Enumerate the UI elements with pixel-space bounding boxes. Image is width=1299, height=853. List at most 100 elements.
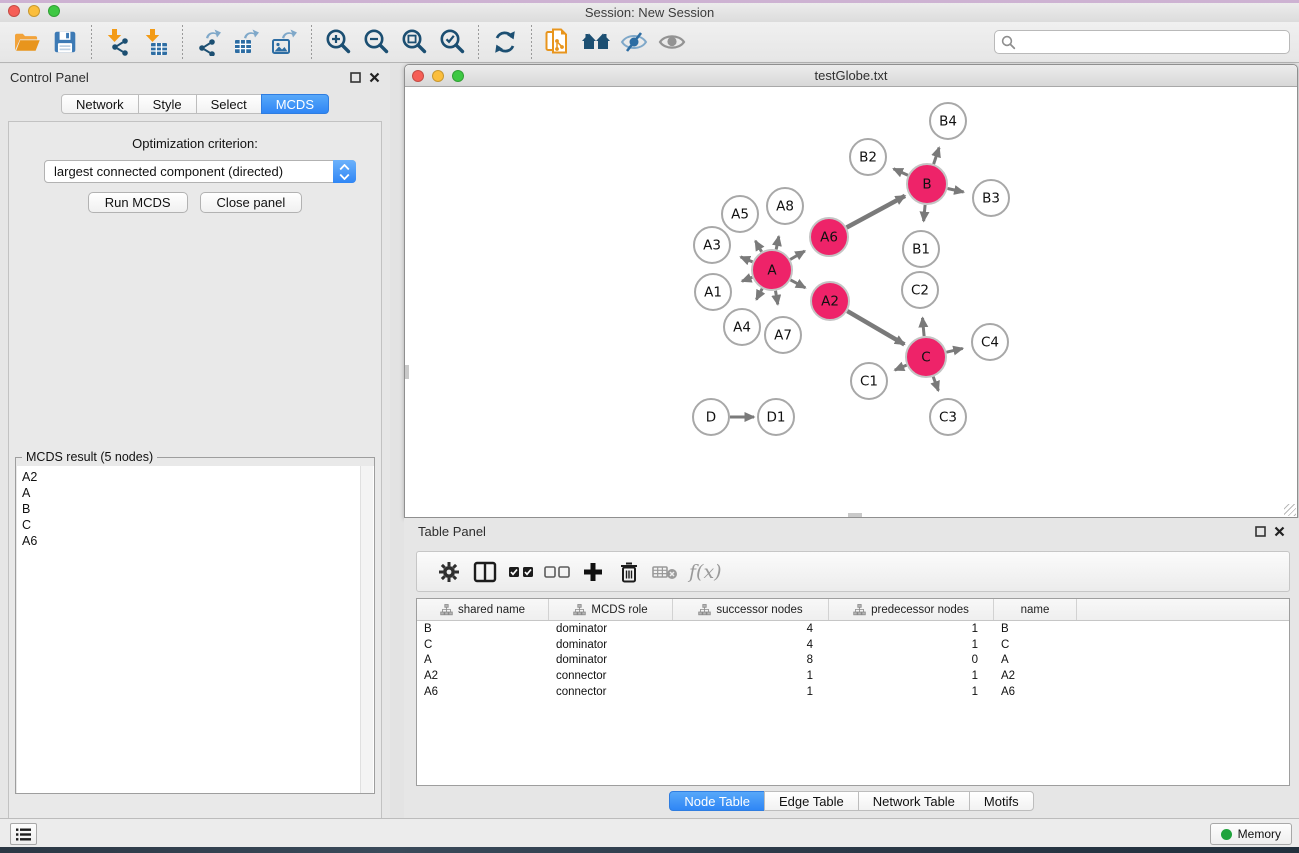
cell-MCDS-role[interactable]: dominator xyxy=(549,623,673,635)
mcds-result-item[interactable]: A xyxy=(22,485,374,501)
search-box[interactable] xyxy=(994,30,1290,54)
node-A[interactable]: A xyxy=(752,250,792,290)
zoom-selected-button[interactable] xyxy=(433,25,471,59)
node-A3[interactable]: A3 xyxy=(694,227,730,263)
first-neighbors-button[interactable] xyxy=(577,25,615,59)
float-panel-icon[interactable] xyxy=(350,72,361,83)
table-row[interactable]: Bdominator41B xyxy=(417,621,1289,637)
delete-column-button[interactable] xyxy=(611,557,647,587)
edge-A2-C[interactable] xyxy=(847,311,904,344)
edge-B-B1[interactable] xyxy=(924,205,926,221)
column-header-successor-nodes[interactable]: successor nodes xyxy=(673,599,829,620)
column-header-name[interactable]: name xyxy=(994,599,1077,620)
mcds-result-item[interactable]: A6 xyxy=(22,533,374,549)
table-settings-button[interactable] xyxy=(431,557,467,587)
edge-A-A3[interactable] xyxy=(741,257,753,262)
node-C2[interactable]: C2 xyxy=(902,272,938,308)
column-header-predecessor-nodes[interactable]: predecessor nodes xyxy=(829,599,994,620)
edge-B-B2[interactable] xyxy=(894,169,908,176)
node-A8[interactable]: A8 xyxy=(767,188,803,224)
cell-predecessor-nodes[interactable]: 0 xyxy=(829,654,994,666)
node-D[interactable]: D xyxy=(693,399,729,435)
hide-selected-button[interactable] xyxy=(615,25,653,59)
show-all-button[interactable] xyxy=(653,25,691,59)
tab-mcds[interactable]: MCDS xyxy=(261,94,329,114)
network-canvas[interactable]: B4B2BB3A5A8A6A3B1AA1C2A2A4A7C4CC1C3DD1 xyxy=(405,87,1297,517)
cell-name[interactable]: C xyxy=(994,639,1077,651)
cell-name[interactable]: B xyxy=(994,623,1077,635)
edge-B-B4[interactable] xyxy=(934,148,940,165)
node-B2[interactable]: B2 xyxy=(850,139,886,175)
import-table-button[interactable] xyxy=(137,25,175,59)
table-row[interactable]: Cdominator41C xyxy=(417,637,1289,653)
import-network-button[interactable] xyxy=(99,25,137,59)
close-panel-icon[interactable] xyxy=(369,72,380,83)
node-B3[interactable]: B3 xyxy=(973,180,1009,216)
cell-predecessor-nodes[interactable]: 1 xyxy=(829,670,994,682)
edge-C-C3[interactable] xyxy=(933,377,938,391)
close-table-panel-icon[interactable] xyxy=(1274,526,1285,537)
cell-MCDS-role[interactable]: connector xyxy=(549,686,673,698)
export-table-button[interactable] xyxy=(228,25,266,59)
network-window-titlebar[interactable]: testGlobe.txt xyxy=(405,65,1297,87)
node-C[interactable]: C xyxy=(906,337,946,377)
cell-MCDS-role[interactable]: dominator xyxy=(549,654,673,666)
node-C4[interactable]: C4 xyxy=(972,324,1008,360)
edge-A-A4[interactable] xyxy=(756,289,762,300)
cell-MCDS-role[interactable]: connector xyxy=(549,670,673,682)
cell-successor-nodes[interactable]: 1 xyxy=(673,670,829,682)
table-row[interactable]: Adominator80A xyxy=(417,653,1289,669)
table-row[interactable]: A6connector11A6 xyxy=(417,684,1289,700)
edge-C-C1[interactable] xyxy=(895,365,907,370)
edge-B-B3[interactable] xyxy=(948,189,964,193)
select-all-button[interactable] xyxy=(503,557,539,587)
export-image-button[interactable] xyxy=(266,25,304,59)
node-A1[interactable]: A1 xyxy=(695,274,731,310)
cell-predecessor-nodes[interactable]: 1 xyxy=(829,639,994,651)
create-column-button[interactable] xyxy=(575,557,611,587)
node-C1[interactable]: C1 xyxy=(851,363,887,399)
open-file-button[interactable] xyxy=(8,25,46,59)
edge-A-A6[interactable] xyxy=(790,251,805,260)
cell-name[interactable]: A6 xyxy=(994,686,1077,698)
zoom-fit-button[interactable] xyxy=(395,25,433,59)
node-A2[interactable]: A2 xyxy=(811,282,849,320)
cell-predecessor-nodes[interactable]: 1 xyxy=(829,623,994,635)
tab-network[interactable]: Network xyxy=(61,94,139,114)
column-header-shared-name[interactable]: shared name xyxy=(417,599,549,620)
edge-A-A5[interactable] xyxy=(755,241,761,252)
node-B[interactable]: B xyxy=(907,164,947,204)
node-D1[interactable]: D1 xyxy=(758,399,794,435)
node-A7[interactable]: A7 xyxy=(765,317,801,353)
mcds-result-item[interactable]: B xyxy=(22,501,374,517)
edge-A6-B[interactable] xyxy=(847,196,905,228)
task-history-button[interactable] xyxy=(10,823,37,845)
node-B1[interactable]: B1 xyxy=(903,231,939,267)
node-B4[interactable]: B4 xyxy=(930,103,966,139)
export-network-button[interactable] xyxy=(190,25,228,59)
zoom-network-button[interactable] xyxy=(452,70,464,82)
criterion-select[interactable]: largest connected component (directed) xyxy=(44,160,356,183)
column-header-MCDS-role[interactable]: MCDS role xyxy=(549,599,673,620)
cell-predecessor-nodes[interactable]: 1 xyxy=(829,686,994,698)
show-column-button[interactable] xyxy=(467,557,503,587)
cell-successor-nodes[interactable]: 4 xyxy=(673,639,829,651)
tab-node-table[interactable]: Node Table xyxy=(669,791,765,811)
mcds-result-list[interactable]: A2ABCA6 xyxy=(17,466,374,793)
node-C3[interactable]: C3 xyxy=(930,399,966,435)
cell-successor-nodes[interactable]: 8 xyxy=(673,654,829,666)
cell-successor-nodes[interactable]: 1 xyxy=(673,686,829,698)
edge-C-C2[interactable] xyxy=(923,318,925,336)
resize-corner[interactable] xyxy=(1284,504,1296,516)
cell-shared-name[interactable]: B xyxy=(417,623,549,635)
node-A6[interactable]: A6 xyxy=(810,218,848,256)
edge-A-A2[interactable] xyxy=(791,280,806,288)
mcds-result-item[interactable]: C xyxy=(22,517,374,533)
edge-A-A8[interactable] xyxy=(776,236,779,249)
cell-name[interactable]: A xyxy=(994,654,1077,666)
cell-shared-name[interactable]: A6 xyxy=(417,686,549,698)
clone-network-button[interactable] xyxy=(539,25,577,59)
tab-edge-table[interactable]: Edge Table xyxy=(764,791,859,811)
cell-shared-name[interactable]: C xyxy=(417,639,549,651)
horizontal-scroll-indicator[interactable] xyxy=(848,513,862,517)
